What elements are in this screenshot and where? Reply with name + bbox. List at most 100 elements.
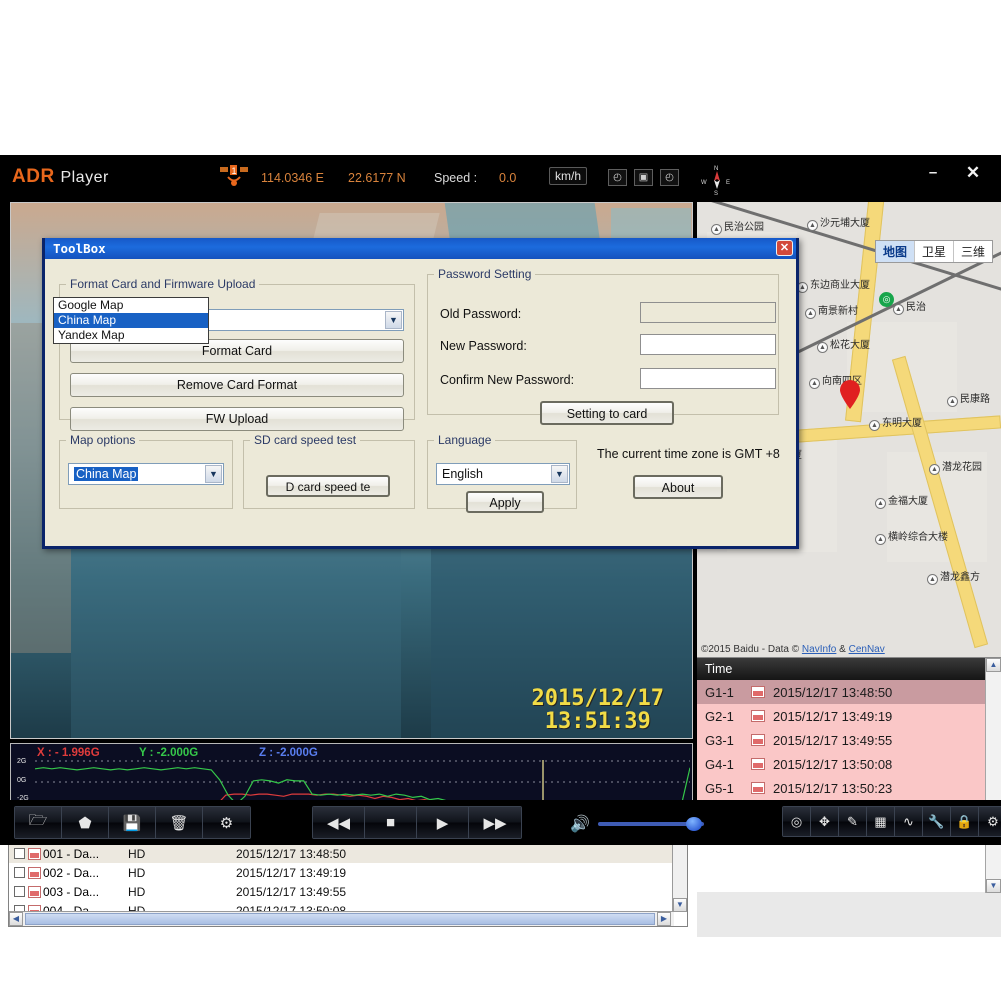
cell-resolution: HD: [128, 884, 146, 899]
setting-to-card-button[interactable]: Setting to card: [540, 401, 674, 425]
table-row[interactable]: 002 - Da... HD 2015/12/17 13:49:19: [9, 863, 687, 882]
map-option-google-map[interactable]: Google Map: [54, 298, 208, 313]
poi-pin-icon: ▲: [869, 420, 880, 431]
old-password-field[interactable]: [640, 302, 776, 323]
poi-pin-icon: ▲: [807, 220, 818, 231]
file-icon: [28, 866, 41, 879]
confirm-password-field[interactable]: [640, 368, 776, 389]
map-poi-label: ▲ 横岭综合大楼: [875, 528, 948, 545]
map-options-dropdown[interactable]: Google Map China Map Yandex Map: [53, 297, 209, 344]
chevron-down-icon[interactable]: ▼: [551, 465, 568, 483]
attribution-cennav-link[interactable]: CenNav: [849, 644, 885, 655]
cell-id[interactable]: 001 - Da...: [9, 847, 122, 861]
poi-text: 松花大厦: [830, 340, 870, 351]
map-location-marker: [840, 380, 860, 409]
map-option-china-map[interactable]: China Map: [54, 313, 208, 328]
toolbox-dialog[interactable]: ToolBox ✕ Format Card and Firmware Uploa…: [42, 238, 799, 549]
gsensor-list-vscrollbar[interactable]: ▲ ▼: [985, 658, 1001, 893]
new-password-field[interactable]: [640, 334, 776, 355]
map-mode-3d[interactable]: 三维: [954, 241, 992, 262]
open-folder-button[interactable]: 🗁: [15, 807, 62, 838]
cell-id[interactable]: 002 - Da...: [9, 866, 122, 880]
move-button[interactable]: ✥: [811, 807, 839, 836]
volume-slider-track[interactable]: [597, 817, 704, 831]
chevron-down-icon[interactable]: ▼: [385, 311, 402, 329]
poi-pin-icon: ▲: [893, 304, 904, 315]
rewind-button[interactable]: ◀◀: [313, 807, 365, 838]
map-mode-map[interactable]: 地图: [875, 241, 915, 262]
wrench-button[interactable]: 🔧: [923, 807, 951, 836]
volume-control[interactable]: 🔊: [570, 814, 704, 834]
headset-button[interactable]: ◎: [783, 807, 811, 836]
list-item[interactable]: G5-1 2015/12/17 13:50:23: [697, 776, 1001, 800]
snapshot-mode-3-button[interactable]: ◴: [660, 169, 679, 186]
brand-adr: ADR: [12, 166, 55, 187]
lock-button[interactable]: 🔒: [951, 807, 979, 836]
table-row[interactable]: 001 - Da... HD 2015/12/17 13:48:50: [9, 844, 687, 863]
snapshot-mode-1-button[interactable]: ◴: [608, 169, 627, 186]
table-row[interactable]: 003 - Da... HD 2015/12/17 13:49:55: [9, 882, 687, 901]
remove-card-format-button[interactable]: Remove Card Format: [70, 373, 404, 397]
volume-slider-knob[interactable]: [685, 817, 702, 831]
attribution-navinfo-link[interactable]: NavInfo: [802, 644, 836, 655]
map-poi-label: ▲ 民康路: [947, 390, 990, 407]
waveform-button[interactable]: ∿: [895, 807, 923, 836]
hscroll-thumb[interactable]: [25, 913, 655, 925]
delete-button[interactable]: 🗑: [156, 807, 203, 838]
gsensor-z-label: Z : -2.000G: [259, 747, 318, 759]
play-button[interactable]: ▶: [417, 807, 469, 838]
map-mode-satellite[interactable]: 卫星: [915, 241, 954, 262]
tool-buttons-group: ◎ ✥ ✎ ▦ ∿ 🔧 🔒 ⚙: [782, 806, 1001, 837]
close-button[interactable]: ✕: [958, 163, 988, 185]
apply-button[interactable]: Apply: [466, 491, 544, 513]
list-item[interactable]: G3-1 2015/12/17 13:49:55: [697, 728, 1001, 752]
snapshot-button[interactable]: ⬟: [62, 807, 109, 838]
fw-upload-button[interactable]: FW Upload: [70, 407, 404, 431]
map-mode-switcher[interactable]: 地图 卫星 三维: [874, 240, 993, 263]
settings-button[interactable]: ⚙: [203, 807, 250, 838]
speed-unit-toggle[interactable]: km/h: [549, 167, 588, 185]
gsensor-y-label: Y : -2.000G: [139, 747, 199, 759]
language-select[interactable]: English ▼: [436, 463, 570, 485]
toolbox-titlebar[interactable]: ToolBox ✕: [45, 238, 796, 259]
map-options-value: China Map: [74, 467, 139, 481]
toolbox-title: ToolBox: [53, 241, 106, 256]
stop-button[interactable]: ■: [365, 807, 417, 838]
volume-icon[interactable]: 🔊: [570, 814, 590, 834]
gevent-time: 2015/12/17 13:49:19: [773, 708, 893, 724]
scroll-down-icon[interactable]: ▼: [673, 898, 687, 912]
sd-speed-test-legend: SD card speed test: [254, 433, 357, 447]
scroll-right-icon[interactable]: ▶: [657, 912, 671, 926]
gsensor-axis-labels: 2G 0G -2G: [15, 758, 35, 804]
glist-scroll-down-icon[interactable]: ▼: [986, 879, 1001, 893]
chevron-down-icon[interactable]: ▼: [205, 465, 222, 483]
save-button[interactable]: 💾: [109, 807, 156, 838]
row-checkbox[interactable]: [14, 848, 25, 859]
timezone-text: The current time zone is GMT +8: [597, 447, 780, 461]
toolbox-button[interactable]: ⚙: [979, 807, 1001, 836]
pen-button[interactable]: ✎: [839, 807, 867, 836]
map-poi-label: ▲ 南景新村: [805, 302, 858, 319]
list-item[interactable]: G2-1 2015/12/17 13:49:19: [697, 704, 1001, 728]
toolbox-close-button[interactable]: ✕: [776, 240, 793, 256]
map-option-yandex-map[interactable]: Yandex Map: [54, 328, 208, 343]
glist-scroll-up-icon[interactable]: ▲: [986, 658, 1001, 672]
row-checkbox[interactable]: [14, 867, 25, 878]
file-table-hscrollbar[interactable]: ◀ ▶: [9, 911, 674, 926]
fast-forward-button[interactable]: ▶▶: [469, 807, 521, 838]
map-options-group: Map options China Map ▼: [59, 433, 233, 509]
minimize-button[interactable]: –: [918, 163, 948, 185]
sd-card-speed-test-button[interactable]: D card speed te: [266, 475, 390, 497]
map-button[interactable]: ▦: [867, 807, 895, 836]
list-item[interactable]: G1-1 2015/12/17 13:48:50: [697, 680, 1001, 704]
gsensor-list-header[interactable]: Time: [697, 658, 1001, 680]
row-checkbox[interactable]: [14, 886, 25, 897]
map-options-select[interactable]: China Map ▼: [68, 463, 224, 485]
gsensor-event-list[interactable]: Time G1-1 2015/12/17 13:48:50 G2-1 2015/12/…: [697, 657, 1001, 893]
cell-id[interactable]: 003 - Da...: [9, 885, 122, 899]
about-button[interactable]: About: [633, 475, 723, 499]
scroll-left-icon[interactable]: ◀: [9, 912, 23, 926]
snapshot-mode-2-button[interactable]: ▣: [634, 169, 653, 186]
file-icon: [28, 885, 41, 898]
list-item[interactable]: G4-1 2015/12/17 13:50:08: [697, 752, 1001, 776]
